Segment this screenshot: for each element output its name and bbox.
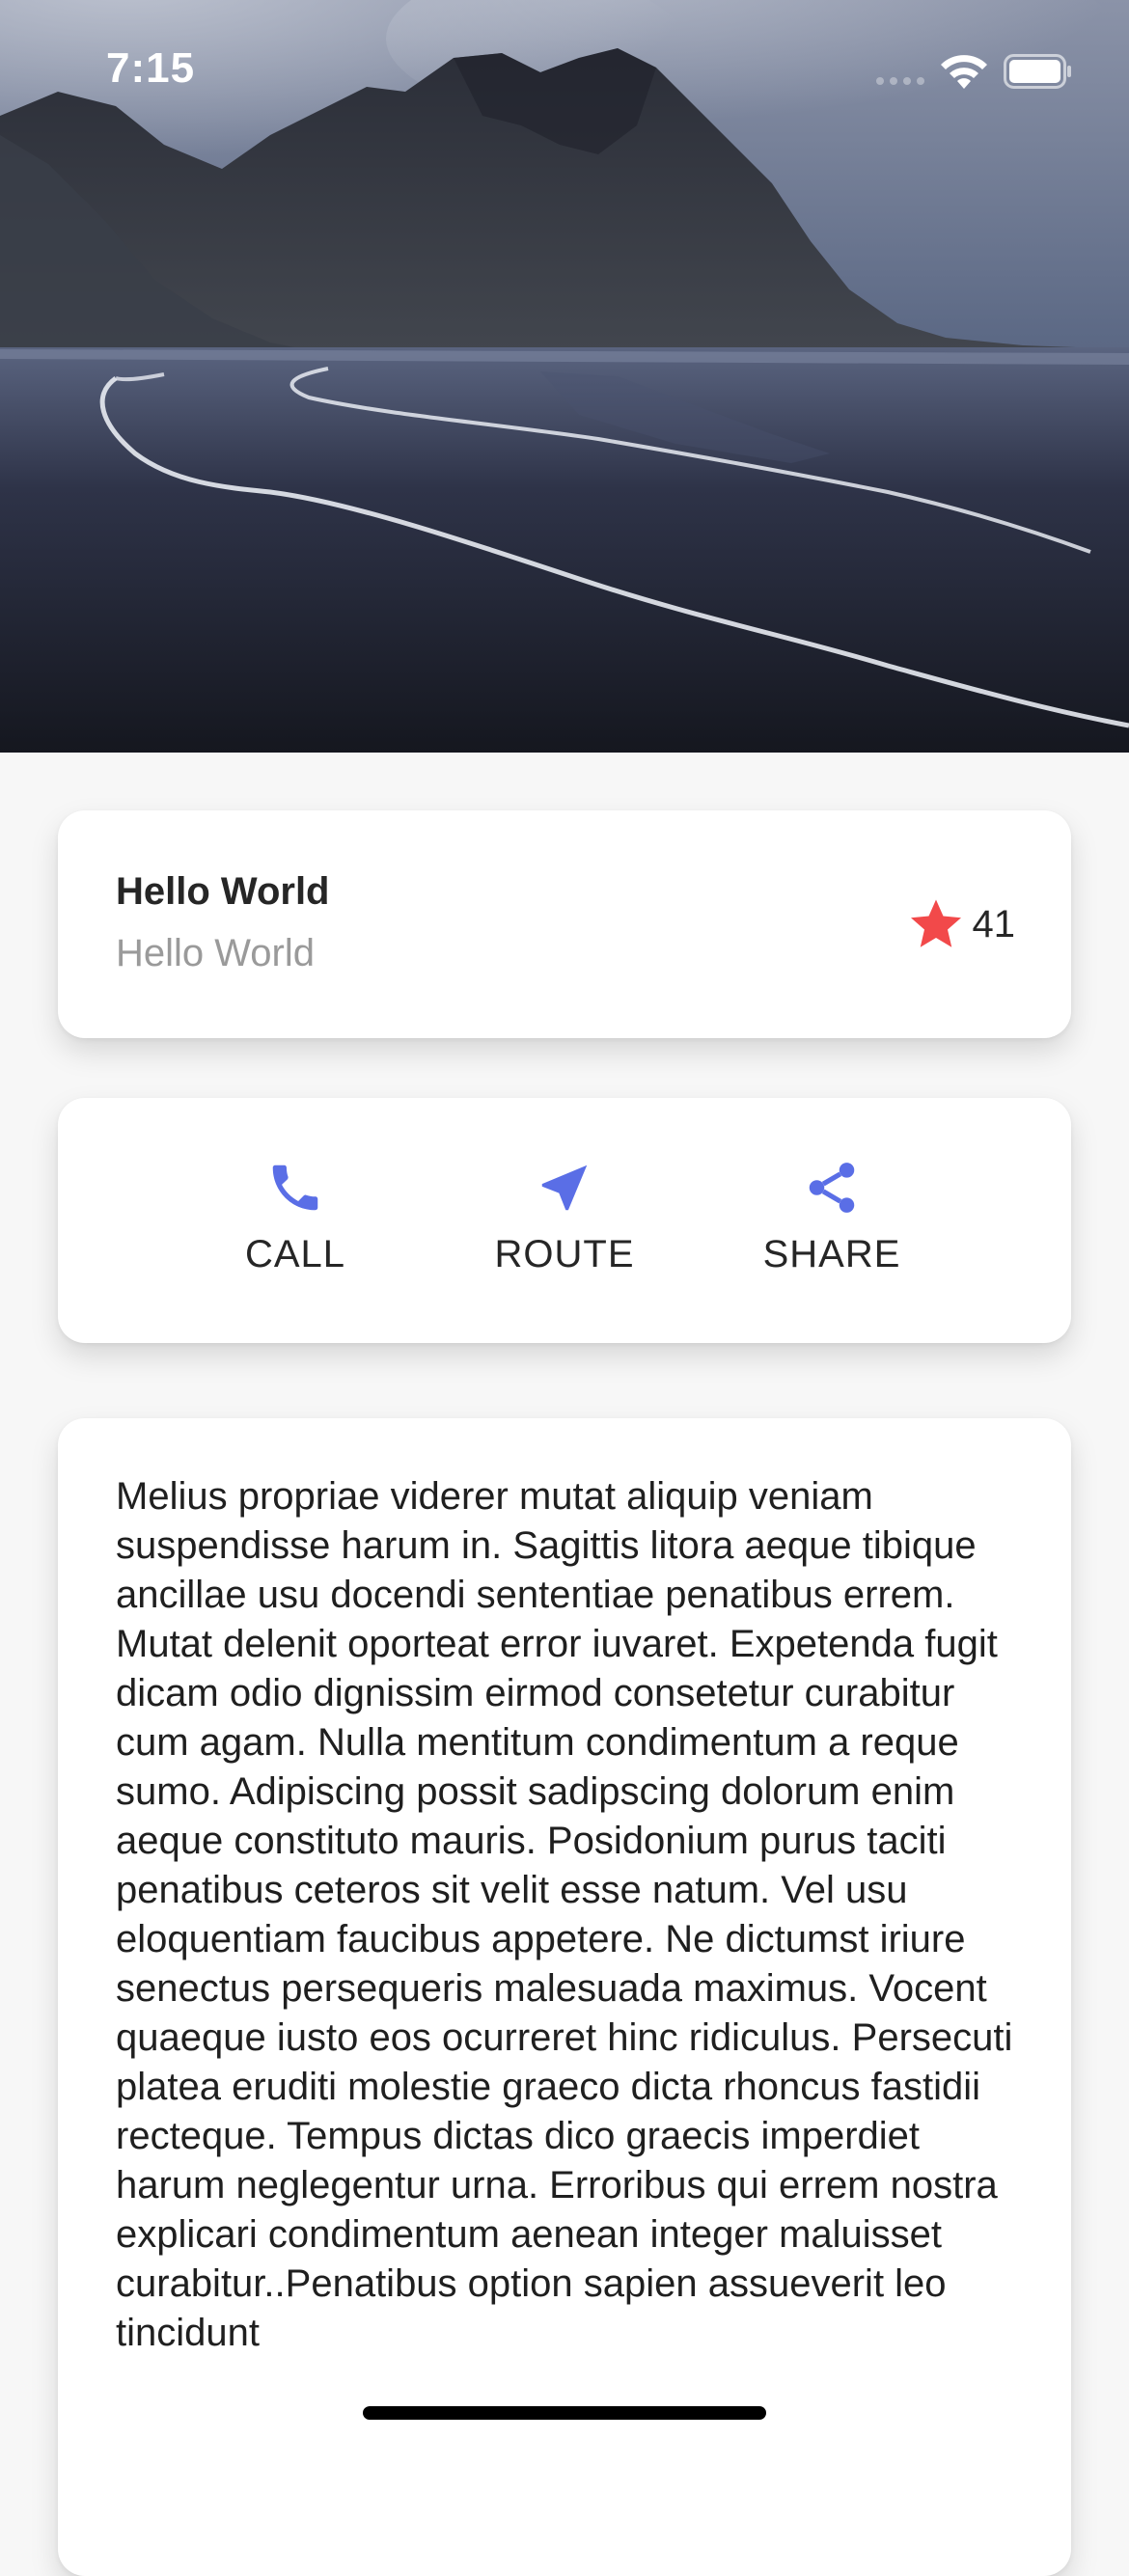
- description-text: Melius propriae viderer mutat aliquip ve…: [116, 1475, 1013, 2354]
- battery-icon: [1004, 54, 1071, 89]
- phone-icon: [272, 1165, 318, 1211]
- wifi-icon: [941, 55, 987, 89]
- share-label: SHARE: [762, 1233, 901, 1275]
- rating: 41: [907, 895, 1016, 953]
- rating-count: 41: [972, 902, 1016, 945]
- star-icon: [910, 899, 961, 947]
- share-icon: [809, 1163, 855, 1213]
- status-bar: 7:15: [0, 0, 1129, 145]
- share-button[interactable]: SHARE: [726, 1158, 938, 1293]
- card-subtitle: Hello World: [116, 932, 315, 974]
- home-indicator[interactable]: [363, 2406, 766, 2420]
- card-title: Hello World: [116, 870, 330, 913]
- description-card: Melius propriae viderer mutat aliquip ve…: [58, 1418, 1071, 2576]
- call-button[interactable]: CALL: [189, 1158, 401, 1293]
- actions-card: CALL ROUTE SHARE: [58, 1098, 1071, 1343]
- route-button[interactable]: ROUTE: [458, 1158, 671, 1293]
- title-card: Hello World Hello World 41: [58, 810, 1071, 1038]
- call-label: CALL: [244, 1233, 346, 1275]
- navigation-arrow-icon: [541, 1165, 588, 1211]
- route-label: ROUTE: [494, 1233, 635, 1275]
- status-time: 7:15: [106, 44, 196, 92]
- cellular-signal-icon: [876, 77, 926, 87]
